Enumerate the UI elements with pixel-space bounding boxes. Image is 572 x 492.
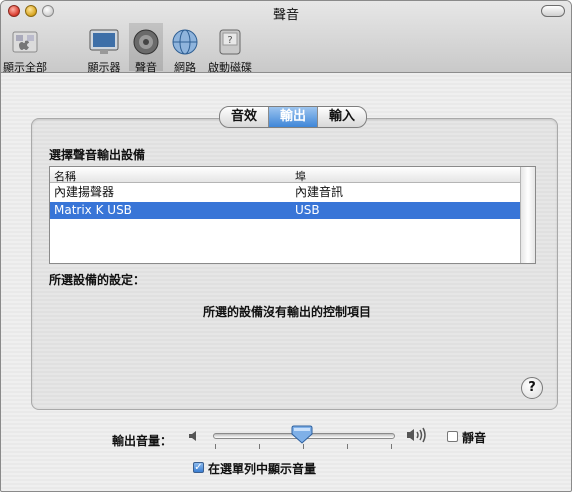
toolbar-item-label: 顯示器 [87,61,121,74]
svg-text:?: ? [227,35,232,46]
device-port: USB [295,203,320,217]
speaker-high-icon [405,426,431,444]
toolbar-item-label: 網路 [174,61,196,74]
mute-checkbox[interactable] [447,431,458,442]
tab-input[interactable]: 輸入 [317,107,366,127]
table-scrollbar[interactable] [520,167,535,263]
toolbar: 聲音 顯示全部 顯示器 聲音 網路 ? 啟動磁碟 [1,1,571,75]
column-header-port[interactable]: 埠 [295,168,306,184]
toolbar-item-startup-disk[interactable]: ? 啟動磁碟 [205,27,255,75]
display-icon [87,27,121,57]
help-button[interactable]: ? [521,377,543,399]
toolbar-item-show-all[interactable]: 顯示全部 [1,27,49,75]
toolbar-item-sound[interactable]: 聲音 [129,23,163,74]
tab-sound-effects[interactable]: 音效 [220,107,268,127]
window-title: 聲音 [272,8,299,23]
sound-preferences-window: 聲音 顯示全部 顯示器 聲音 網路 ? 啟動磁碟 音效 輸出 輸入 選擇聲音輸出… [0,0,572,492]
show-volume-in-menubar-checkbox[interactable]: ✓ [193,462,204,473]
title-bar: 聲音 [1,1,571,23]
toolbar-item-label: 聲音 [135,61,157,74]
column-header-name[interactable]: 名稱 [54,168,76,184]
volume-tick [391,444,392,449]
startup-disk-icon: ? [213,27,247,57]
toolbar-item-label: 啟動磁碟 [208,61,252,74]
table-header: 名稱 埠 [50,167,520,183]
no-output-controls-text: 所選的設備沒有輸出的控制項目 [202,305,371,319]
toolbar-item-displays[interactable]: 顯示器 [81,27,127,75]
volume-tick [259,444,260,449]
table-row[interactable]: 內建揚聲器 內建音訊 [50,184,520,201]
table-row[interactable]: Matrix K USB USB [50,202,520,219]
network-globe-icon [168,27,202,57]
volume-tick [215,444,216,449]
device-name: Matrix K USB [54,203,132,217]
toolbar-toggle-button[interactable] [541,5,565,17]
output-volume-label: 輸出音量： [112,434,173,448]
apple-icon [8,27,42,57]
volume-tick [347,444,348,449]
device-port: 內建音訊 [295,185,344,199]
mute-label: 靜音 [462,431,487,445]
toolbar-item-network[interactable]: 網路 [167,27,203,75]
toolbar-item-label: 顯示全部 [3,61,47,74]
choose-output-device-label: 選擇聲音輸出設備 [49,148,146,162]
speaker-low-icon [187,428,203,444]
speaker-icon [129,27,163,57]
output-device-table: 名稱 埠 內建揚聲器 內建音訊 Matrix K USB USB [49,166,536,264]
device-name: 內建揚聲器 [54,185,115,199]
tab-bar: 音效 輸出 輸入 [219,106,368,128]
show-volume-in-menubar-label: 在選單列中顯示音量 [208,462,317,476]
volume-slider-thumb[interactable] [290,425,314,445]
tab-output[interactable]: 輸出 [268,107,318,127]
selected-device-settings-label: 所選設備的設定： [49,273,146,287]
